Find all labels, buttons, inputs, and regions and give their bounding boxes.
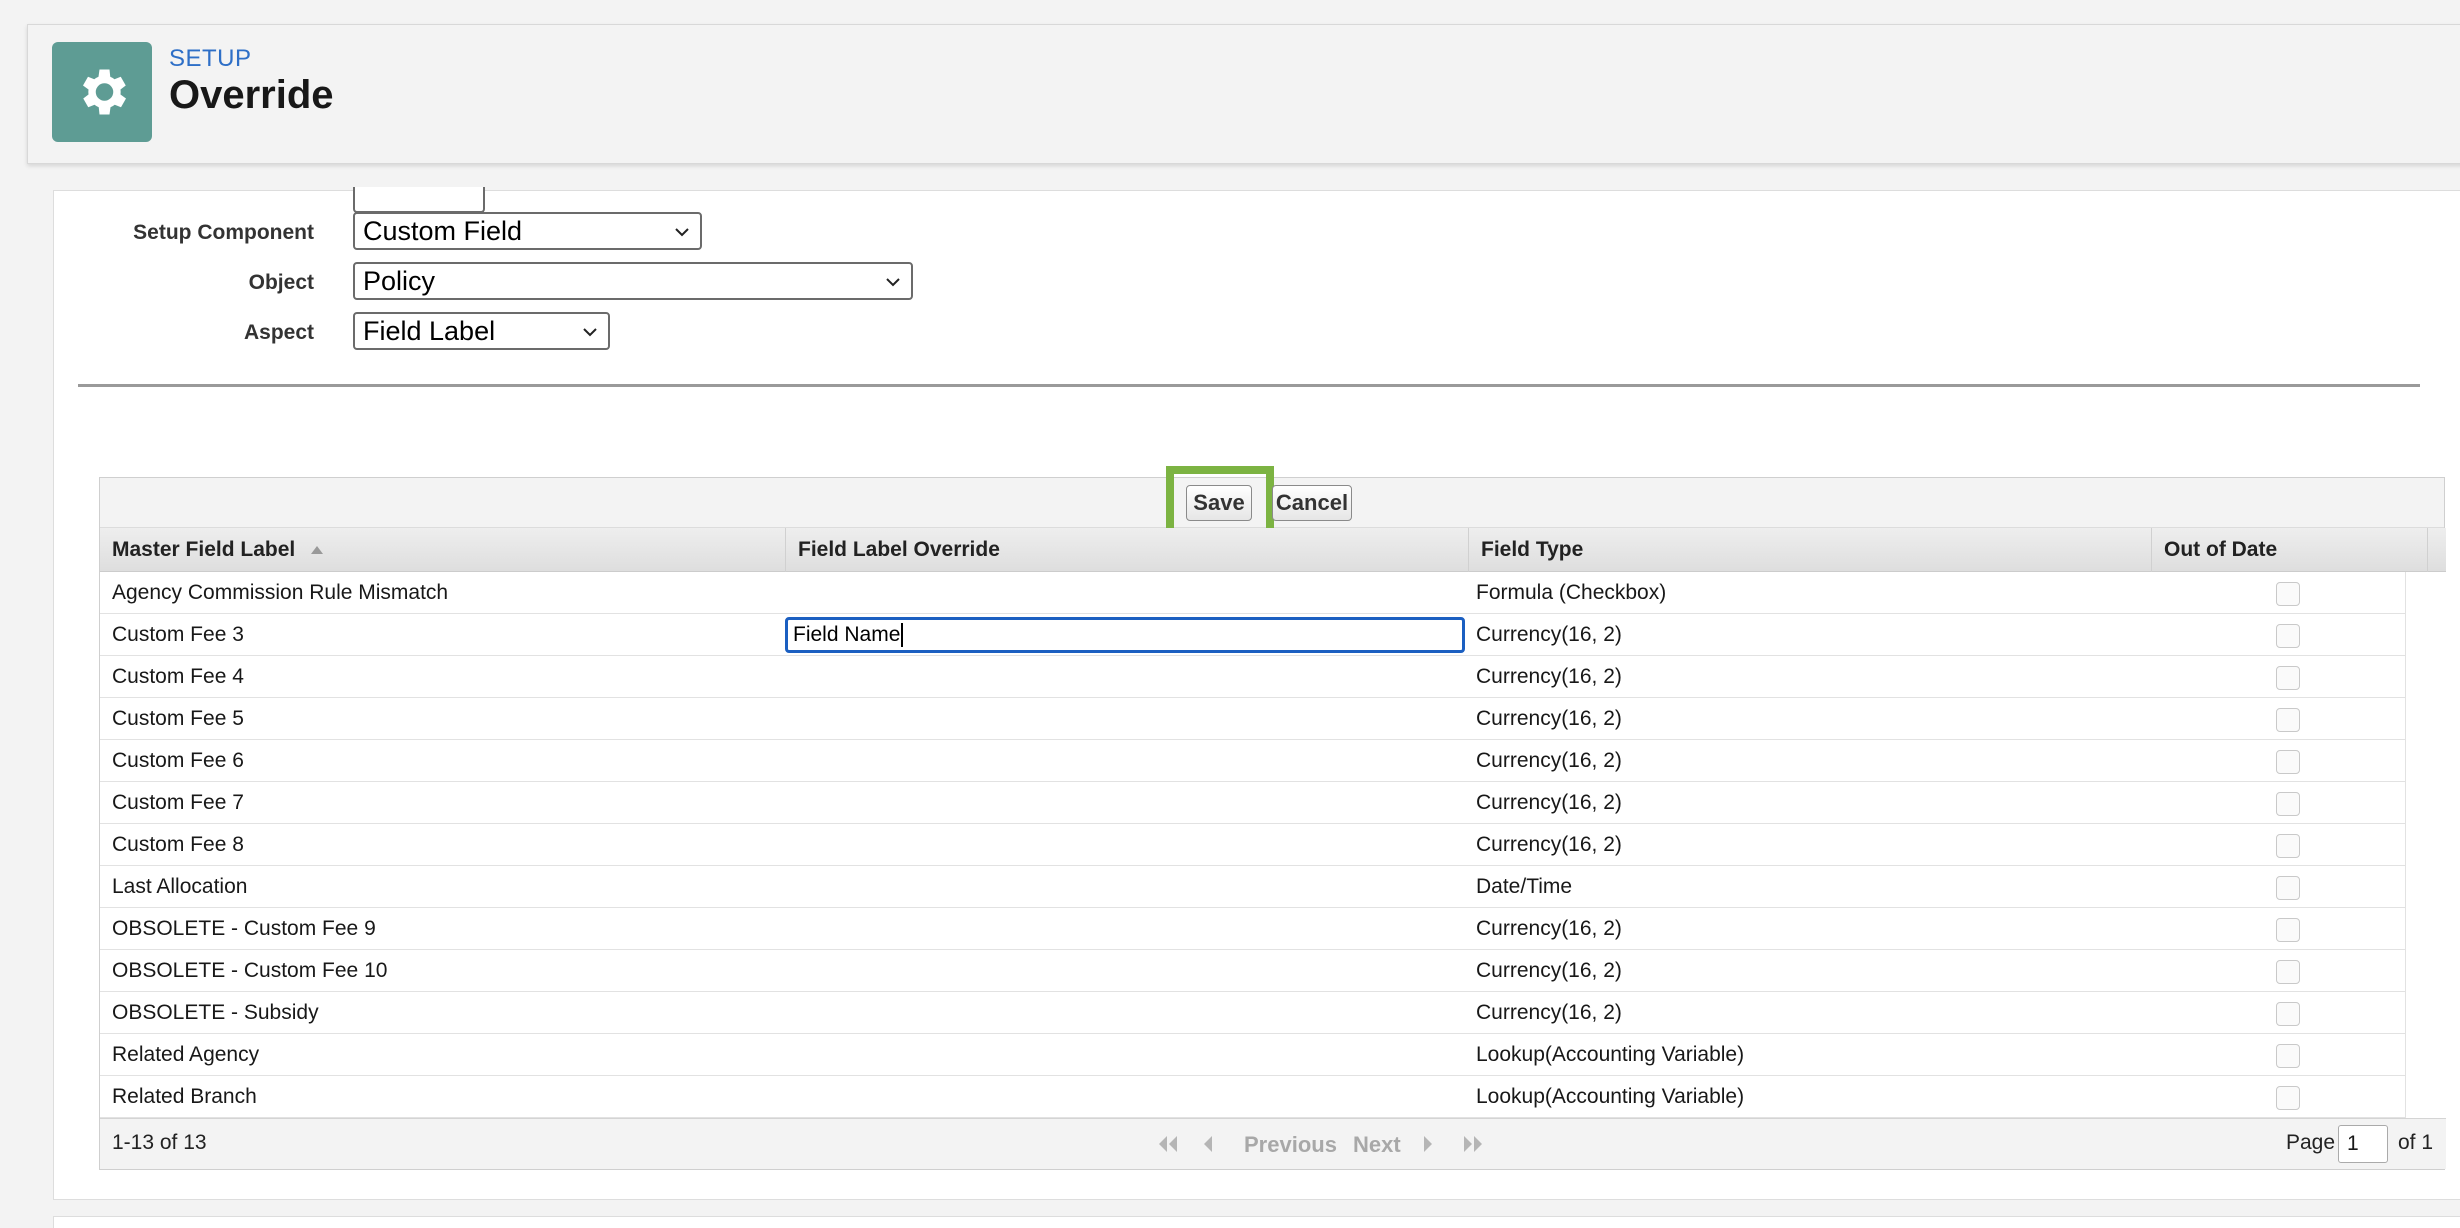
record-count: 1-13 of 13 [112, 1131, 207, 1154]
chevron-down-icon [886, 278, 900, 287]
previous-page-icon[interactable] [1200, 1133, 1214, 1155]
out-of-date-checkbox[interactable] [2276, 1002, 2300, 1026]
main-panel: Setup Component Custom Field Object Poli… [53, 187, 2460, 1200]
table-row: OBSOLETE - Custom Fee 10 Currency(16, 2) [100, 950, 2405, 992]
master-field-label: OBSOLETE - Subsidy [112, 1001, 319, 1024]
out-of-date-checkbox[interactable] [2276, 876, 2300, 900]
page-total: of 1 [2398, 1131, 2434, 1154]
override-table: Save Cancel Master Field Label Field Lab… [99, 466, 2446, 1170]
previous-button[interactable]: Previous [1244, 1132, 1337, 1158]
field-type: Lookup(Accounting Variable) [1476, 1043, 1745, 1066]
field-label-override-input[interactable]: Field Name [785, 617, 1465, 653]
out-of-date-checkbox[interactable] [2276, 792, 2300, 816]
save-button[interactable]: Save [1186, 485, 1252, 521]
master-field-label: Custom Fee 4 [112, 665, 244, 688]
chevron-down-icon [583, 328, 597, 337]
next-page-icon[interactable] [1422, 1133, 1436, 1155]
next-button[interactable]: Next [1353, 1132, 1401, 1158]
table-row: Related Agency Lookup(Accounting Variabl… [100, 1034, 2405, 1076]
master-field-label: Custom Fee 7 [112, 791, 244, 814]
column-header-field-label-override[interactable]: Field Label Override [786, 528, 1469, 572]
field-type: Currency(16, 2) [1476, 791, 1622, 814]
section-divider [78, 384, 2420, 387]
aspect-select[interactable]: Field Label [353, 312, 610, 350]
object-label: Object [248, 271, 314, 294]
master-field-label: Custom Fee 8 [112, 833, 244, 856]
table-row: Custom Fee 3 Field Name Currency(16, 2) [100, 614, 2405, 656]
table-row: Custom Fee 6 Currency(16, 2) [100, 740, 2405, 782]
object-select[interactable]: Policy [353, 262, 913, 300]
out-of-date-checkbox[interactable] [2276, 1044, 2300, 1068]
field-type: Currency(16, 2) [1476, 1001, 1622, 1024]
out-of-date-checkbox[interactable] [2276, 708, 2300, 732]
setup-component-value: Custom Field [363, 215, 523, 246]
master-field-label: Custom Fee 5 [112, 707, 244, 730]
out-of-date-checkbox[interactable] [2276, 918, 2300, 942]
table-footer: 1-13 of 13 Previous Next Page 1 of 1 [100, 1118, 2446, 1169]
field-type: Currency(16, 2) [1476, 917, 1622, 940]
field-type: Currency(16, 2) [1476, 833, 1622, 856]
out-of-date-checkbox[interactable] [2276, 960, 2300, 984]
field-type: Currency(16, 2) [1476, 707, 1622, 730]
sort-ascending-icon [311, 546, 324, 554]
master-field-label: Custom Fee 6 [112, 749, 244, 772]
field-type: Currency(16, 2) [1476, 749, 1622, 772]
table-scrollbar[interactable] [2405, 572, 2445, 1118]
last-page-icon[interactable] [1460, 1133, 1486, 1155]
page-title: Override [169, 73, 334, 117]
setup-component-select[interactable]: Custom Field [353, 212, 702, 250]
out-of-date-checkbox[interactable] [2276, 666, 2300, 690]
language-select-partial[interactable] [353, 187, 485, 213]
page-label: Page [2286, 1131, 2336, 1154]
table-button-bar: Save Cancel [100, 466, 2444, 540]
table-row: Related Branch Lookup(Accounting Variabl… [100, 1076, 2405, 1118]
column-header-field-type[interactable]: Field Type [1469, 528, 2152, 572]
column-header-out-of-date[interactable]: Out of Date [2152, 528, 2428, 572]
table-row: Custom Fee 7 Currency(16, 2) [100, 782, 2405, 824]
chevron-down-icon [675, 228, 689, 237]
out-of-date-checkbox[interactable] [2276, 834, 2300, 858]
table-row: Custom Fee 5 Currency(16, 2) [100, 698, 2405, 740]
master-field-label: Related Branch [112, 1085, 257, 1108]
setup-component-label: Setup Component [133, 221, 314, 244]
field-type: Currency(16, 2) [1476, 623, 1622, 646]
page-number-input[interactable]: 1 [2338, 1125, 2388, 1163]
header-eyebrow: SETUP [169, 45, 252, 72]
aspect-label: Aspect [243, 321, 314, 344]
field-type: Date/Time [1476, 875, 1573, 898]
aspect-value: Field Label [363, 315, 496, 346]
master-field-label: Last Allocation [112, 875, 248, 898]
master-field-label: OBSOLETE - Custom Fee 10 [112, 959, 388, 982]
master-field-label: Agency Commission Rule Mismatch [112, 581, 449, 604]
setup-gear-icon [52, 42, 152, 142]
object-value: Policy [363, 265, 436, 296]
table-row: Agency Commission Rule Mismatch Formula … [100, 572, 2405, 614]
master-field-label: Related Agency [112, 1043, 260, 1066]
field-type: Currency(16, 2) [1476, 959, 1622, 982]
cancel-button[interactable]: Cancel [1272, 485, 1352, 521]
column-header-master-field-label[interactable]: Master Field Label [100, 528, 786, 572]
next-section-edge [53, 1216, 2460, 1228]
master-field-label: OBSOLETE - Custom Fee 9 [112, 917, 376, 940]
out-of-date-checkbox[interactable] [2276, 750, 2300, 774]
master-field-label: Custom Fee 3 [112, 623, 244, 646]
field-type: Formula (Checkbox) [1476, 581, 1667, 604]
table-row: Custom Fee 4 Currency(16, 2) [100, 656, 2405, 698]
table-row: Last Allocation Date/Time [100, 866, 2405, 908]
page-header: SETUP Override [27, 24, 2460, 164]
out-of-date-checkbox[interactable] [2276, 582, 2300, 606]
field-type: Currency(16, 2) [1476, 665, 1622, 688]
first-page-icon[interactable] [1155, 1133, 1181, 1155]
table-row: OBSOLETE - Custom Fee 9 Currency(16, 2) [100, 908, 2405, 950]
table-header: Master Field Label Field Label Override … [100, 528, 2446, 572]
out-of-date-checkbox[interactable] [2276, 1086, 2300, 1110]
table-row: Custom Fee 8 Currency(16, 2) [100, 824, 2405, 866]
out-of-date-checkbox[interactable] [2276, 624, 2300, 648]
table-row: OBSOLETE - Subsidy Currency(16, 2) [100, 992, 2405, 1034]
text-caret [901, 623, 904, 648]
field-type: Lookup(Accounting Variable) [1476, 1085, 1745, 1108]
